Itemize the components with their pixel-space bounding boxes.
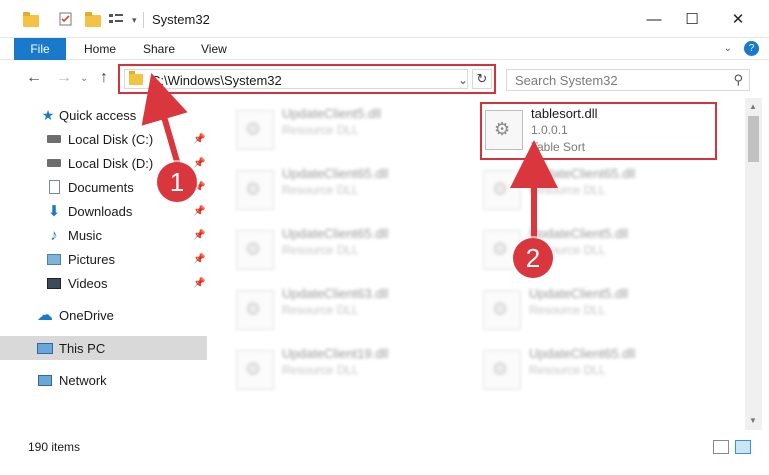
tiles-view-icon[interactable] xyxy=(735,440,751,454)
status-bar: 190 items xyxy=(0,432,769,475)
view-switcher xyxy=(713,440,751,454)
step-badge-2: 2 xyxy=(513,238,553,278)
item-count: 190 items xyxy=(28,440,81,454)
arrow-to-address-bar xyxy=(141,72,188,166)
details-view-icon[interactable] xyxy=(713,440,729,454)
annotation-arrows xyxy=(141,72,558,238)
step-badge-1: 1 xyxy=(157,162,197,202)
